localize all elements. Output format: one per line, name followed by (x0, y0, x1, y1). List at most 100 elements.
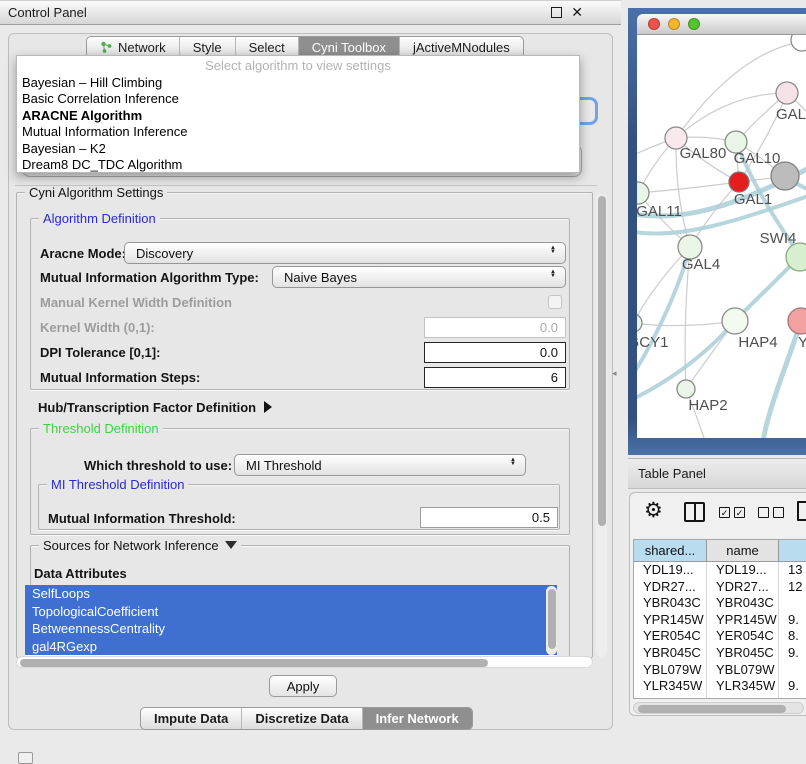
table-cell: YPR145W (706, 612, 778, 629)
network-node[interactable] (771, 162, 799, 190)
network-node-gal11[interactable] (637, 182, 649, 204)
table-row[interactable]: YDL19...YDL19...13 (634, 562, 806, 579)
algorithm-option[interactable]: Dream8 DC_TDC Algorithm (17, 157, 579, 173)
network-node[interactable] (791, 35, 806, 51)
table-row[interactable]: YPR145WYPR145W9. (634, 612, 806, 629)
table-cell: YIL052C (706, 695, 778, 699)
table-cell: YBR043C (706, 595, 778, 612)
unchecked-checkbox-icon[interactable] (758, 507, 769, 518)
float-window-icon[interactable] (551, 7, 562, 18)
table-cell: YBR043C (634, 595, 706, 612)
table-cell: 8. (778, 628, 806, 645)
table-row[interactable]: YER054CYER054C8. (634, 628, 806, 645)
table-horizontal-scrollbar[interactable] (633, 702, 804, 714)
table-cell: YBL079W (706, 662, 778, 679)
tab-infer-network[interactable]: Infer Network (362, 708, 472, 729)
network-node-label: SWI4 (760, 230, 797, 247)
unchecked-checkbox-icon[interactable] (773, 507, 784, 518)
algorithm-option[interactable]: Basic Correlation Inference (17, 91, 579, 107)
dpi-tolerance-field[interactable]: 0.0 (424, 342, 566, 363)
table-row[interactable]: YBR043CYBR043C (634, 595, 806, 612)
hub-section-toggle[interactable]: Hub/Transcription Factor Definition (38, 400, 272, 415)
corner-widget[interactable] (18, 752, 33, 764)
mi-threshold-field[interactable]: 0.5 (420, 507, 558, 528)
algorithm-option[interactable]: Bayesian – Hill Climbing (17, 75, 579, 91)
network-edge[interactable] (638, 182, 739, 193)
network-node-hap4[interactable] (722, 308, 748, 334)
algorithm-option[interactable]: Mutual Information Inference (17, 124, 579, 140)
network-node-hap2[interactable] (677, 380, 695, 398)
which-threshold-select[interactable]: MI Threshold ▲▼ (234, 454, 526, 476)
table-panel-titlebar: Table Panel (628, 458, 806, 489)
attribute-list-item[interactable]: BetweennessCentrality (25, 620, 557, 638)
network-node-label: GAL11 (637, 203, 682, 220)
stepper-arrows-icon: ▲▼ (550, 246, 556, 254)
checked-checkbox-icon[interactable]: ✓ (734, 507, 745, 518)
data-attributes-list[interactable]: SelfLoopsTopologicalCoefficientBetweenne… (25, 585, 557, 656)
table-cell: YDL19... (634, 562, 706, 579)
data-attributes-label: Data Attributes (34, 566, 127, 581)
kernel-width-field[interactable]: 0.0 (424, 317, 566, 338)
column-header[interactable] (778, 540, 806, 561)
attribute-list-item[interactable]: TopologicalCoefficient (25, 603, 557, 621)
manual-kernel-width-checkbox[interactable] (548, 295, 562, 309)
attribute-list-item[interactable]: SelfLoops (25, 585, 557, 603)
table-cell: 13 (778, 562, 806, 579)
threshold-definition-title: Threshold Definition (39, 421, 163, 436)
network-node-gal1[interactable] (729, 172, 749, 192)
table-cell (778, 595, 806, 612)
aracne-mode-select[interactable]: Discovery ▲▼ (124, 242, 566, 264)
checked-checkbox-icon[interactable]: ✓ (719, 507, 730, 518)
table-row[interactable]: YBR045CYBR045C9. (634, 645, 806, 662)
mi-algorithm-type-select[interactable]: Naive Bayes ▲▼ (272, 266, 566, 288)
control-panel-title: Control Panel (8, 5, 87, 20)
apply-button[interactable]: Apply (269, 675, 337, 697)
settings-horizontal-scrollbar[interactable] (16, 656, 593, 668)
table-row[interactable]: YLR345WYLR345W9. (634, 678, 806, 695)
network-node-label: HAP4 (738, 334, 777, 351)
algorithm-dropdown-placeholder: Select algorithm to view settings (17, 56, 579, 75)
network-node-y[interactable] (788, 308, 806, 334)
control-panel-titlebar: Control Panel ✕ (0, 0, 621, 25)
network-node-gal[interactable] (776, 82, 798, 104)
attribute-list-item[interactable]: gal4RGexp (25, 638, 557, 656)
network-node-label: Y (798, 334, 806, 351)
table-cell: YDL19... (706, 562, 778, 579)
algorithm-dropdown-popup: Select algorithm to view settings Bayesi… (16, 55, 580, 173)
node-table[interactable]: shared...nameYDL19...YDL19...13YDR27...Y… (633, 539, 806, 699)
mi-steps-field[interactable]: 6 (424, 367, 566, 388)
algorithm-option[interactable]: ARACNE Algorithm (17, 108, 579, 124)
zoom-traffic-light-icon[interactable] (688, 18, 700, 30)
table-cell: 9. (778, 678, 806, 695)
network-canvas[interactable]: GALGAL80GAL10GAL1GAL11SWI4GAL4GCY1HAP4YH… (637, 35, 806, 438)
table-row[interactable]: YDR27...YDR27...12 (634, 579, 806, 596)
sources-group-title[interactable]: Sources for Network Inference (39, 538, 241, 553)
table-cell: 12 (778, 579, 806, 596)
close-icon[interactable]: ✕ (571, 7, 583, 18)
minimize-traffic-light-icon[interactable] (668, 18, 680, 30)
panel-divider-handle[interactable]: ◂ (612, 368, 617, 379)
tab-impute-data[interactable]: Impute Data (141, 708, 241, 729)
divider-line (15, 185, 597, 186)
network-window-titlebar[interactable] (637, 14, 806, 35)
table-cell: YBR045C (706, 645, 778, 662)
attr-list-scrollbar[interactable] (546, 586, 557, 655)
close-traffic-light-icon[interactable] (648, 18, 660, 30)
settings-vertical-scrollbar[interactable] (596, 193, 607, 657)
network-node-gcy1[interactable] (637, 314, 642, 332)
table-row[interactable]: YIL052CYIL052C0 (634, 695, 806, 699)
document-icon[interactable] (797, 501, 806, 521)
tab-discretize-data[interactable]: Discretize Data (241, 708, 361, 729)
table-cell: 9. (778, 612, 806, 629)
algorithm-option[interactable]: Bayesian – K2 (17, 141, 579, 157)
table-row[interactable]: YBL079WYBL079W (634, 662, 806, 679)
table-header-row: shared...name (634, 540, 806, 562)
column-header[interactable]: name (706, 540, 778, 561)
table-cell: YBL079W (634, 662, 706, 679)
algorithm-definition-title: Algorithm Definition (39, 211, 160, 226)
table-cell (778, 662, 806, 679)
which-threshold-label: Which threshold to use: (84, 458, 232, 473)
gear-icon[interactable]: ⚙ (644, 498, 663, 523)
column-header[interactable]: shared... (634, 540, 706, 561)
split-columns-icon[interactable] (684, 502, 705, 522)
